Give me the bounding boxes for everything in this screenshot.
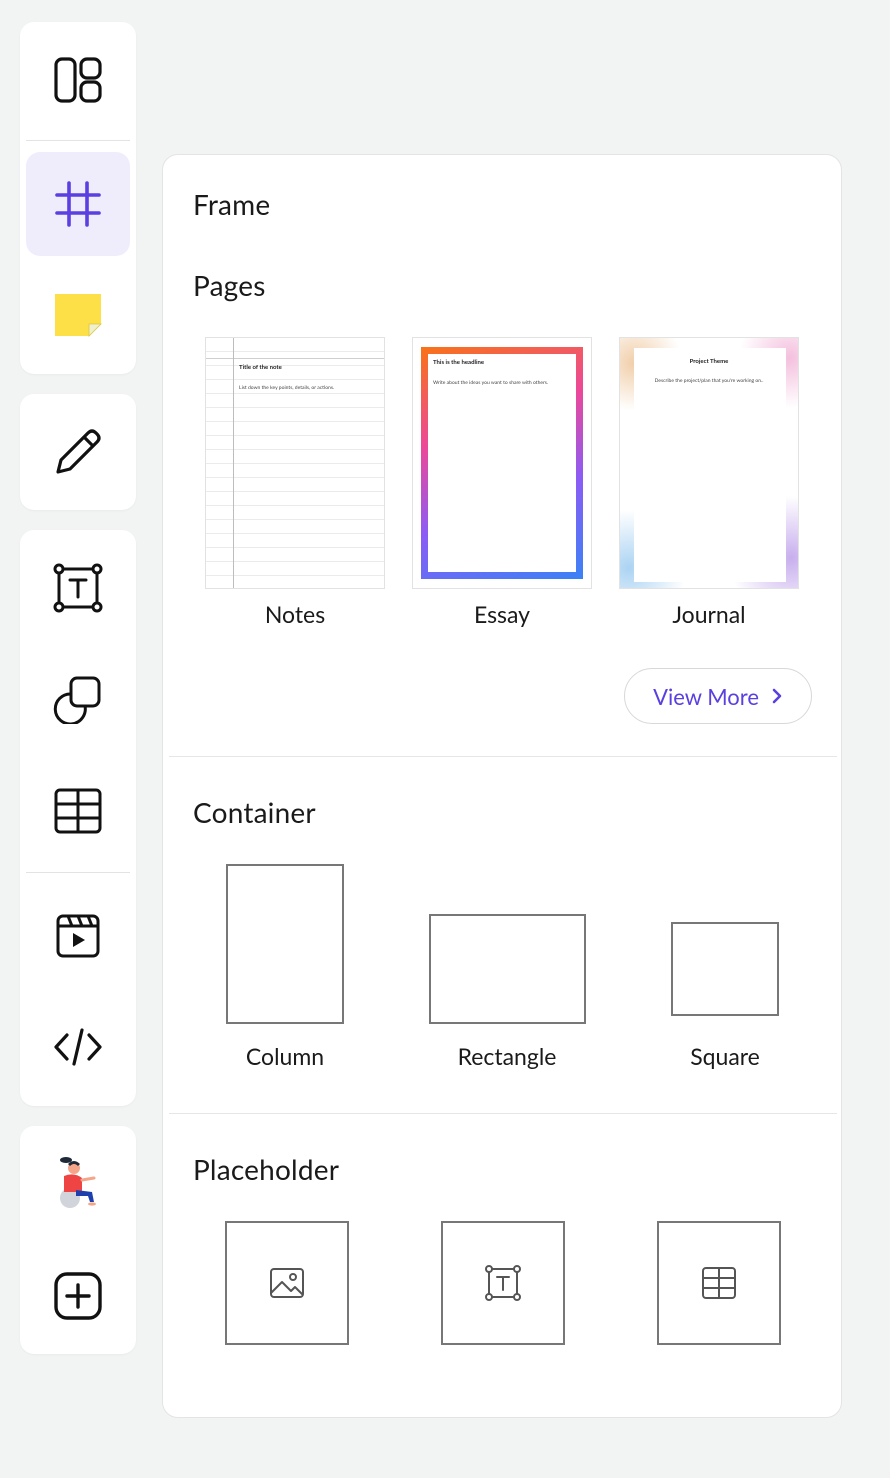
preview-title: Title of the note (239, 364, 282, 371)
panel-title: Frame (193, 187, 271, 221)
placeholder-table[interactable] (657, 1221, 781, 1345)
layout-tool[interactable] (26, 28, 130, 132)
notes-margin-line (233, 338, 234, 588)
page-label-essay: Essay (473, 600, 531, 628)
toolbar-group-1 (20, 22, 136, 374)
container-label-column: Column (245, 1042, 325, 1070)
container-rectangle[interactable] (429, 914, 586, 1024)
add-icon (54, 1272, 102, 1320)
image-icon (270, 1268, 304, 1298)
sticky-note-icon (55, 294, 102, 337)
frame-icon (55, 181, 101, 227)
view-more-button[interactable]: View More (624, 668, 812, 724)
toolbar-group-4 (20, 1126, 136, 1354)
shapes-icon (53, 676, 101, 724)
toolbar-separator (26, 872, 130, 873)
page-template-essay[interactable]: This is the headline Write about the ide… (412, 337, 592, 589)
pencil-icon (56, 429, 101, 474)
pages-heading: Pages (193, 268, 266, 302)
frame-panel: Frame Pages Title of the note List down … (162, 154, 842, 1418)
preview-body: List down the key points, details, or ac… (239, 385, 335, 391)
container-column[interactable] (226, 864, 344, 1024)
video-tool[interactable] (26, 884, 130, 988)
view-more-label: View More (653, 682, 759, 710)
container-heading: Container (193, 795, 316, 829)
preview-body: Write about the ideas you want to share … (433, 380, 549, 386)
preview-title: Project Theme (689, 358, 729, 365)
text-box-icon (485, 1265, 521, 1301)
avatar-illustration (60, 1157, 96, 1208)
section-divider (169, 1113, 837, 1114)
toolbar-separator (26, 140, 130, 141)
shapes-tool[interactable] (26, 647, 130, 751)
preview-title: This is the headline (433, 359, 485, 366)
toolbar-group-3 (20, 530, 136, 1106)
page-label-notes: Notes (264, 600, 326, 628)
page-template-journal[interactable]: Project Theme Describe the project/plan … (619, 337, 799, 589)
sticky-note-tool[interactable] (26, 263, 130, 367)
embed-code-tool[interactable] (26, 995, 130, 1099)
placeholder-heading: Placeholder (193, 1152, 340, 1186)
container-square[interactable] (671, 922, 779, 1016)
table-icon (54, 788, 102, 834)
chevron-right-icon (772, 688, 782, 704)
pencil-tool[interactable] (26, 400, 130, 504)
illustration-tool[interactable] (26, 1132, 130, 1236)
layout-icon (54, 57, 102, 103)
table-icon (702, 1267, 736, 1299)
page-template-notes[interactable]: Title of the note List down the key poin… (205, 337, 385, 589)
text-box-icon (53, 563, 103, 613)
placeholder-text[interactable] (441, 1221, 565, 1345)
page-label-journal: Journal (672, 600, 746, 628)
preview-body: Describe the project/plan that you're wo… (654, 378, 764, 384)
add-tool[interactable] (26, 1244, 130, 1348)
table-tool[interactable] (26, 759, 130, 863)
video-icon (56, 914, 100, 958)
container-label-square: Square (690, 1042, 760, 1070)
essay-inner (428, 354, 576, 572)
container-label-rectangle: Rectangle (457, 1042, 557, 1070)
code-icon (54, 1028, 102, 1066)
text-box-tool[interactable] (26, 536, 130, 640)
frame-tool[interactable] (26, 152, 130, 256)
toolbar-group-2 (20, 394, 136, 510)
placeholder-image[interactable] (225, 1221, 349, 1345)
section-divider (169, 756, 837, 757)
